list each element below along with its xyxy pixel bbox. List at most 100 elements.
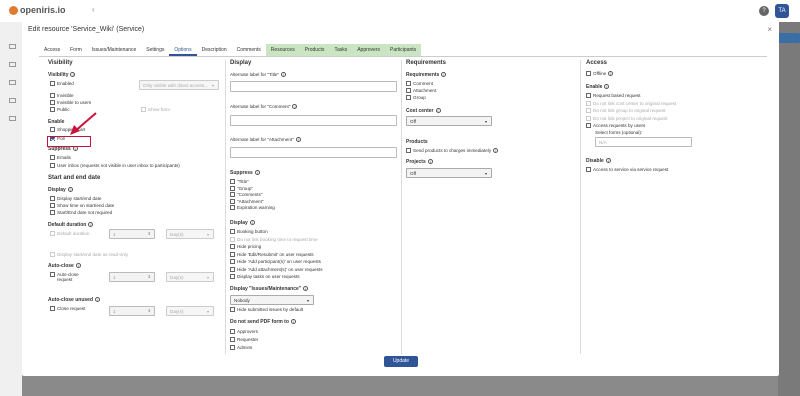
alt-comment-input[interactable] <box>230 115 397 126</box>
display-item-checkbox[interactable]: Booking button <box>230 229 268 234</box>
info-icon[interactable]: i <box>281 72 287 77</box>
tab-form[interactable]: Form <box>65 44 87 56</box>
pdf-recipient-checkbox[interactable]: Approvers <box>230 329 258 334</box>
invisible-checkbox[interactable]: Invisible <box>50 93 74 98</box>
default-duration-unit-select[interactable]: Day(s) ▾ <box>166 229 214 239</box>
pdf-recipient-checkbox[interactable]: Requester <box>230 337 258 342</box>
tab-access[interactable]: Access <box>39 44 65 56</box>
display-item-checkbox[interactable]: Hide 'Edit/Resubmit' on user requests <box>230 251 314 257</box>
tab-resources[interactable]: Resources <box>265 44 300 56</box>
display-item-checkbox[interactable]: Display tasks on user requests <box>230 274 300 279</box>
enabled-checkbox[interactable]: Enabled <box>50 81 74 86</box>
info-icon[interactable]: i <box>88 222 94 227</box>
hide-submitted-checkbox[interactable]: Hide submitted issues by default <box>230 307 303 312</box>
access-service-checkbox[interactable]: Access to service via service request <box>586 167 668 172</box>
list-icon[interactable] <box>9 80 16 85</box>
public-checkbox[interactable]: Public <box>50 107 70 112</box>
not-required-checkbox[interactable]: Start/End date not required <box>50 210 112 215</box>
default-duration-input[interactable]: 1 ⇕ <box>109 229 155 239</box>
info-icon[interactable]: i <box>605 158 611 163</box>
tab-participants[interactable]: Participants <box>385 44 422 56</box>
info-icon[interactable]: i <box>608 71 614 76</box>
show-time-checkbox[interactable]: Show time on start/end date <box>50 203 114 208</box>
issues-visibility-select[interactable]: Nobody ▾ <box>230 295 314 305</box>
display-start-end-checkbox[interactable]: Display start/end date <box>50 196 101 201</box>
tab-settings[interactable]: Settings <box>141 44 169 56</box>
info-icon[interactable]: i <box>290 319 296 324</box>
info-icon[interactable]: i <box>292 104 298 109</box>
info-icon[interactable]: i <box>67 187 73 192</box>
select-forms-input[interactable]: N/A <box>595 137 692 147</box>
tab-tasks[interactable]: Tasks <box>329 44 353 56</box>
suppress-item-checkbox[interactable]: "Group" <box>230 185 253 191</box>
invisible-to-users-checkbox[interactable]: Invisible to users <box>50 100 91 105</box>
emails-checkbox[interactable]: Emails <box>50 155 71 160</box>
info-icon[interactable]: i <box>295 137 301 142</box>
tab-products[interactable]: Products <box>299 44 330 56</box>
default-duration-checkbox[interactable]: Default duration <box>50 231 89 236</box>
projects-select[interactable]: Off ▾ <box>406 168 492 178</box>
access-option-checkbox[interactable]: Access requests by users <box>586 123 645 128</box>
tab-options[interactable]: Options <box>169 44 197 56</box>
alt-title-input[interactable] <box>230 81 397 92</box>
pdf-recipient-checkbox[interactable]: Admins <box>230 345 252 350</box>
suppress-item-checkbox[interactable]: "Comments" <box>230 192 262 197</box>
display-item-checkbox[interactable]: Hide pricing <box>230 244 261 249</box>
info-icon[interactable]: i <box>303 286 309 291</box>
calendar-icon[interactable] <box>9 62 16 67</box>
info-icon[interactable]: i <box>75 263 81 268</box>
requirements-column: Requirements Requirements i Cost center i … <box>401 60 580 354</box>
settings-icon[interactable] <box>9 116 16 121</box>
access-option-checkbox[interactable]: Do not link cost center to original requ… <box>586 100 676 106</box>
user-inbox-checkbox[interactable]: User inbox (requests not visible in user… <box>50 163 180 168</box>
info-icon[interactable]: i <box>435 108 441 113</box>
info-icon[interactable]: i <box>95 297 101 302</box>
grid-icon[interactable] <box>9 44 16 49</box>
suppress-item-checkbox[interactable]: Expiration warning <box>230 205 275 210</box>
info-icon[interactable]: i <box>70 72 76 77</box>
auto-close-checkbox[interactable]: Auto-close request <box>50 272 90 282</box>
requirement-checkbox[interactable]: Attachment <box>406 88 436 93</box>
tab-comments[interactable]: Comments <box>232 44 266 56</box>
info-icon[interactable]: i <box>254 170 260 175</box>
access-option-checkbox[interactable]: Request based request <box>586 93 641 98</box>
requirement-checkbox[interactable]: Group <box>406 95 426 100</box>
show-form-checkbox[interactable]: Show form <box>141 107 170 112</box>
send-products-checkbox[interactable]: Send products to charges immediately i <box>406 148 499 153</box>
info-icon[interactable]: i <box>427 159 433 164</box>
app-logo[interactable]: openiris.io <box>9 5 66 15</box>
close-request-unit-select[interactable]: Day(s) ▾ <box>166 306 214 316</box>
display-item-checkbox[interactable]: Hide 'Add attachment(s)' on user request… <box>230 266 323 272</box>
update-button[interactable]: Update <box>384 356 418 367</box>
info-icon[interactable]: i <box>441 72 447 77</box>
tab-approvers[interactable]: Approvers <box>352 44 386 56</box>
collapse-sidebar-icon[interactable]: ‹ <box>92 5 95 14</box>
alt-attachment-input[interactable] <box>230 147 397 158</box>
enabled-visibility-select[interactable]: Only visible with direct access... ▾ <box>139 80 219 90</box>
suppress-item-checkbox[interactable]: "Attachment" <box>230 198 264 204</box>
cost-center-select[interactable]: Off ▾ <box>406 116 492 126</box>
offline-checkbox[interactable]: Offline i <box>586 71 614 76</box>
requirement-checkbox[interactable]: Comment <box>406 81 433 86</box>
close-request-input[interactable]: 1 ⇕ <box>109 306 155 316</box>
close-icon[interactable]: × <box>767 25 772 34</box>
info-icon[interactable]: i <box>604 84 610 89</box>
display-item-checkbox[interactable]: Hide 'Add participant(s)' on user reques… <box>230 259 321 264</box>
help-icon[interactable]: ? <box>759 6 769 16</box>
tab-description[interactable]: Description <box>197 44 232 56</box>
access-enable-subheading: Enable i <box>586 84 610 90</box>
access-option-checkbox[interactable]: Do not link group to original request <box>586 108 666 113</box>
readonly-date-checkbox[interactable]: Display start/end date as read-only <box>50 252 128 257</box>
display-item-checkbox[interactable]: Do not link booking time to request time <box>230 236 318 242</box>
close-request-checkbox[interactable]: Close request <box>50 306 85 311</box>
auto-close-unit-select[interactable]: Day(s) ▾ <box>166 272 214 282</box>
avatar[interactable]: TA <box>775 4 789 18</box>
suppress-item-checkbox[interactable]: "Title" <box>230 179 249 184</box>
access-option-checkbox[interactable]: Do not link project to original request <box>586 115 668 121</box>
auto-close-input[interactable]: 1 ⇕ <box>109 272 155 282</box>
tab-issues-maintenance[interactable]: Issues/Maintenance <box>87 44 141 56</box>
chart-icon[interactable] <box>9 98 16 103</box>
no-pdf-subheading: Do not send PDF form to i <box>230 319 296 325</box>
info-icon[interactable]: i <box>249 220 255 225</box>
info-icon[interactable]: i <box>493 148 499 153</box>
